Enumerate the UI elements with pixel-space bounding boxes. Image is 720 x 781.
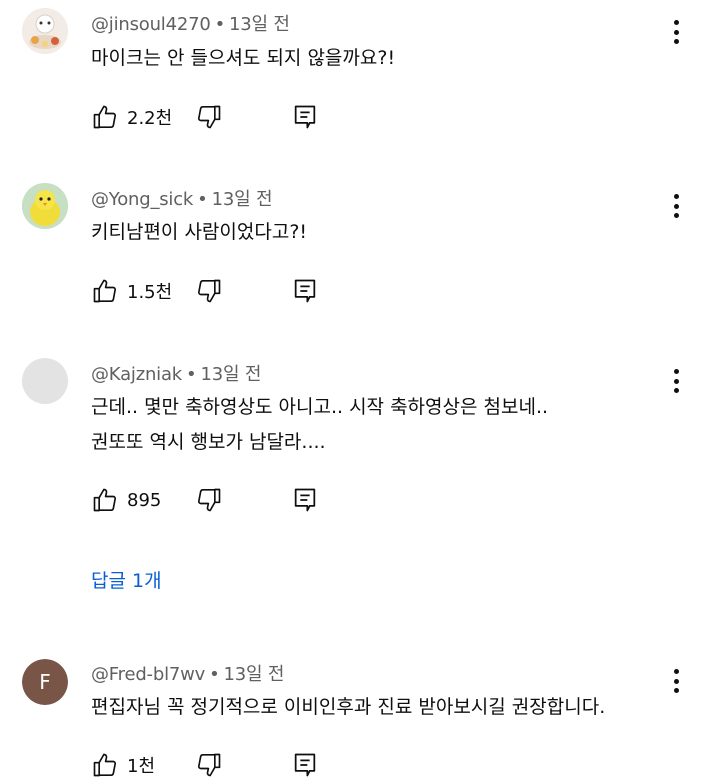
food-photo-avatar-icon (22, 8, 68, 54)
avatar[interactable] (22, 358, 68, 404)
avatar[interactable] (22, 183, 68, 229)
thumbs-up-icon (93, 753, 116, 777)
comment-line: 근데.. 몇만 축하영상도 아니고.. 시작 축하영상은 첨보네.. (91, 396, 549, 418)
like-count: 895 (127, 489, 162, 511)
separator-dot: • (214, 14, 226, 35)
comment-author[interactable]: @Yong_sick (91, 189, 193, 210)
view-replies-link[interactable]: 답글 1개 (91, 566, 162, 593)
reply-button[interactable] (291, 749, 319, 781)
like-button[interactable]: 1.5천 (91, 275, 172, 307)
comment-line: 키티남편이 사람이었다고?! (91, 221, 308, 243)
more-options-icon[interactable] (668, 17, 684, 47)
comment-text: 편집자님 꼭 정기적으로 이비인후과 진료 받아보시길 권장합니다. (91, 690, 605, 725)
comment-time: 13일 전 (200, 364, 262, 385)
comment-text: 마이크는 안 들으셔도 되지 않을까요?! (91, 41, 395, 76)
like-button[interactable]: 2.2천 (91, 101, 172, 133)
comment-line: 권또또 역시 행보가 남달라.... (91, 431, 326, 453)
comment-author[interactable]: @Kajzniak (91, 364, 182, 385)
thumbs-up-icon (93, 279, 116, 303)
reply-comment-icon (294, 488, 316, 512)
comment-time: 13일 전 (229, 14, 290, 35)
comment-time: 13일 전 (211, 189, 273, 210)
thumbs-up-icon (93, 105, 116, 129)
more-options-icon[interactable] (668, 191, 684, 221)
comment-text: 근데.. 몇만 축하영상도 아니고.. 시작 축하영상은 첨보네.. 권또또 역… (91, 390, 548, 460)
reply-comment-icon (294, 105, 316, 129)
more-options-icon[interactable] (668, 366, 684, 396)
like-count: 1천 (127, 756, 156, 777)
avatar[interactable]: F (22, 659, 68, 705)
comment-meta: @Kajzniak • 13일 전 (91, 360, 261, 386)
comment-actions: 2.2천 (91, 101, 351, 133)
avatar[interactable] (22, 8, 68, 54)
more-options-icon[interactable] (668, 666, 684, 696)
yellow-bird-avatar-icon (22, 183, 68, 229)
thumbs-up-icon (93, 488, 116, 512)
like-button[interactable]: 1천 (91, 749, 155, 781)
separator-dot: • (209, 664, 220, 685)
reply-button[interactable] (291, 484, 319, 516)
comment-meta: @jinsoul4270 • 13일 전 (91, 10, 290, 36)
reply-comment-icon (294, 753, 316, 777)
comment-actions: 1천 (91, 749, 351, 781)
reply-comment-icon (294, 279, 316, 303)
comment-author[interactable]: @Fred-bl7wv (91, 664, 205, 685)
separator-dot: • (197, 189, 208, 210)
comment-text: 키티남편이 사람이었다고?! (91, 215, 307, 250)
dislike-button[interactable] (195, 101, 223, 133)
letter-avatar: F (22, 659, 68, 705)
avatar-letter: F (39, 670, 51, 694)
comment-actions: 1.5천 (91, 275, 351, 307)
comment-line: 마이크는 안 들으셔도 되지 않을까요?! (91, 47, 396, 69)
dislike-button[interactable] (195, 275, 223, 307)
comment-meta: @Fred-bl7wv • 13일 전 (91, 660, 284, 686)
separator-dot: • (186, 364, 197, 385)
like-count: 1.5천 (127, 282, 173, 303)
thumbs-down-icon (198, 753, 221, 777)
comment-actions: 895 (91, 484, 351, 516)
dislike-button[interactable] (195, 749, 223, 781)
reply-button[interactable] (291, 101, 319, 133)
like-count: 2.2천 (127, 108, 173, 129)
thumbs-down-icon (198, 279, 221, 303)
thumbs-down-icon (198, 105, 221, 129)
dislike-button[interactable] (195, 484, 223, 516)
comment-meta: @Yong_sick • 13일 전 (91, 185, 273, 211)
comment-time: 13일 전 (223, 664, 285, 685)
comment-author[interactable]: @jinsoul4270 (91, 14, 211, 35)
thumbs-down-icon (198, 488, 221, 512)
comment-line: 편집자님 꼭 정기적으로 이비인후과 진료 받아보시길 권장합니다. (91, 696, 606, 718)
reply-button[interactable] (291, 275, 319, 307)
like-button[interactable]: 895 (91, 484, 161, 516)
